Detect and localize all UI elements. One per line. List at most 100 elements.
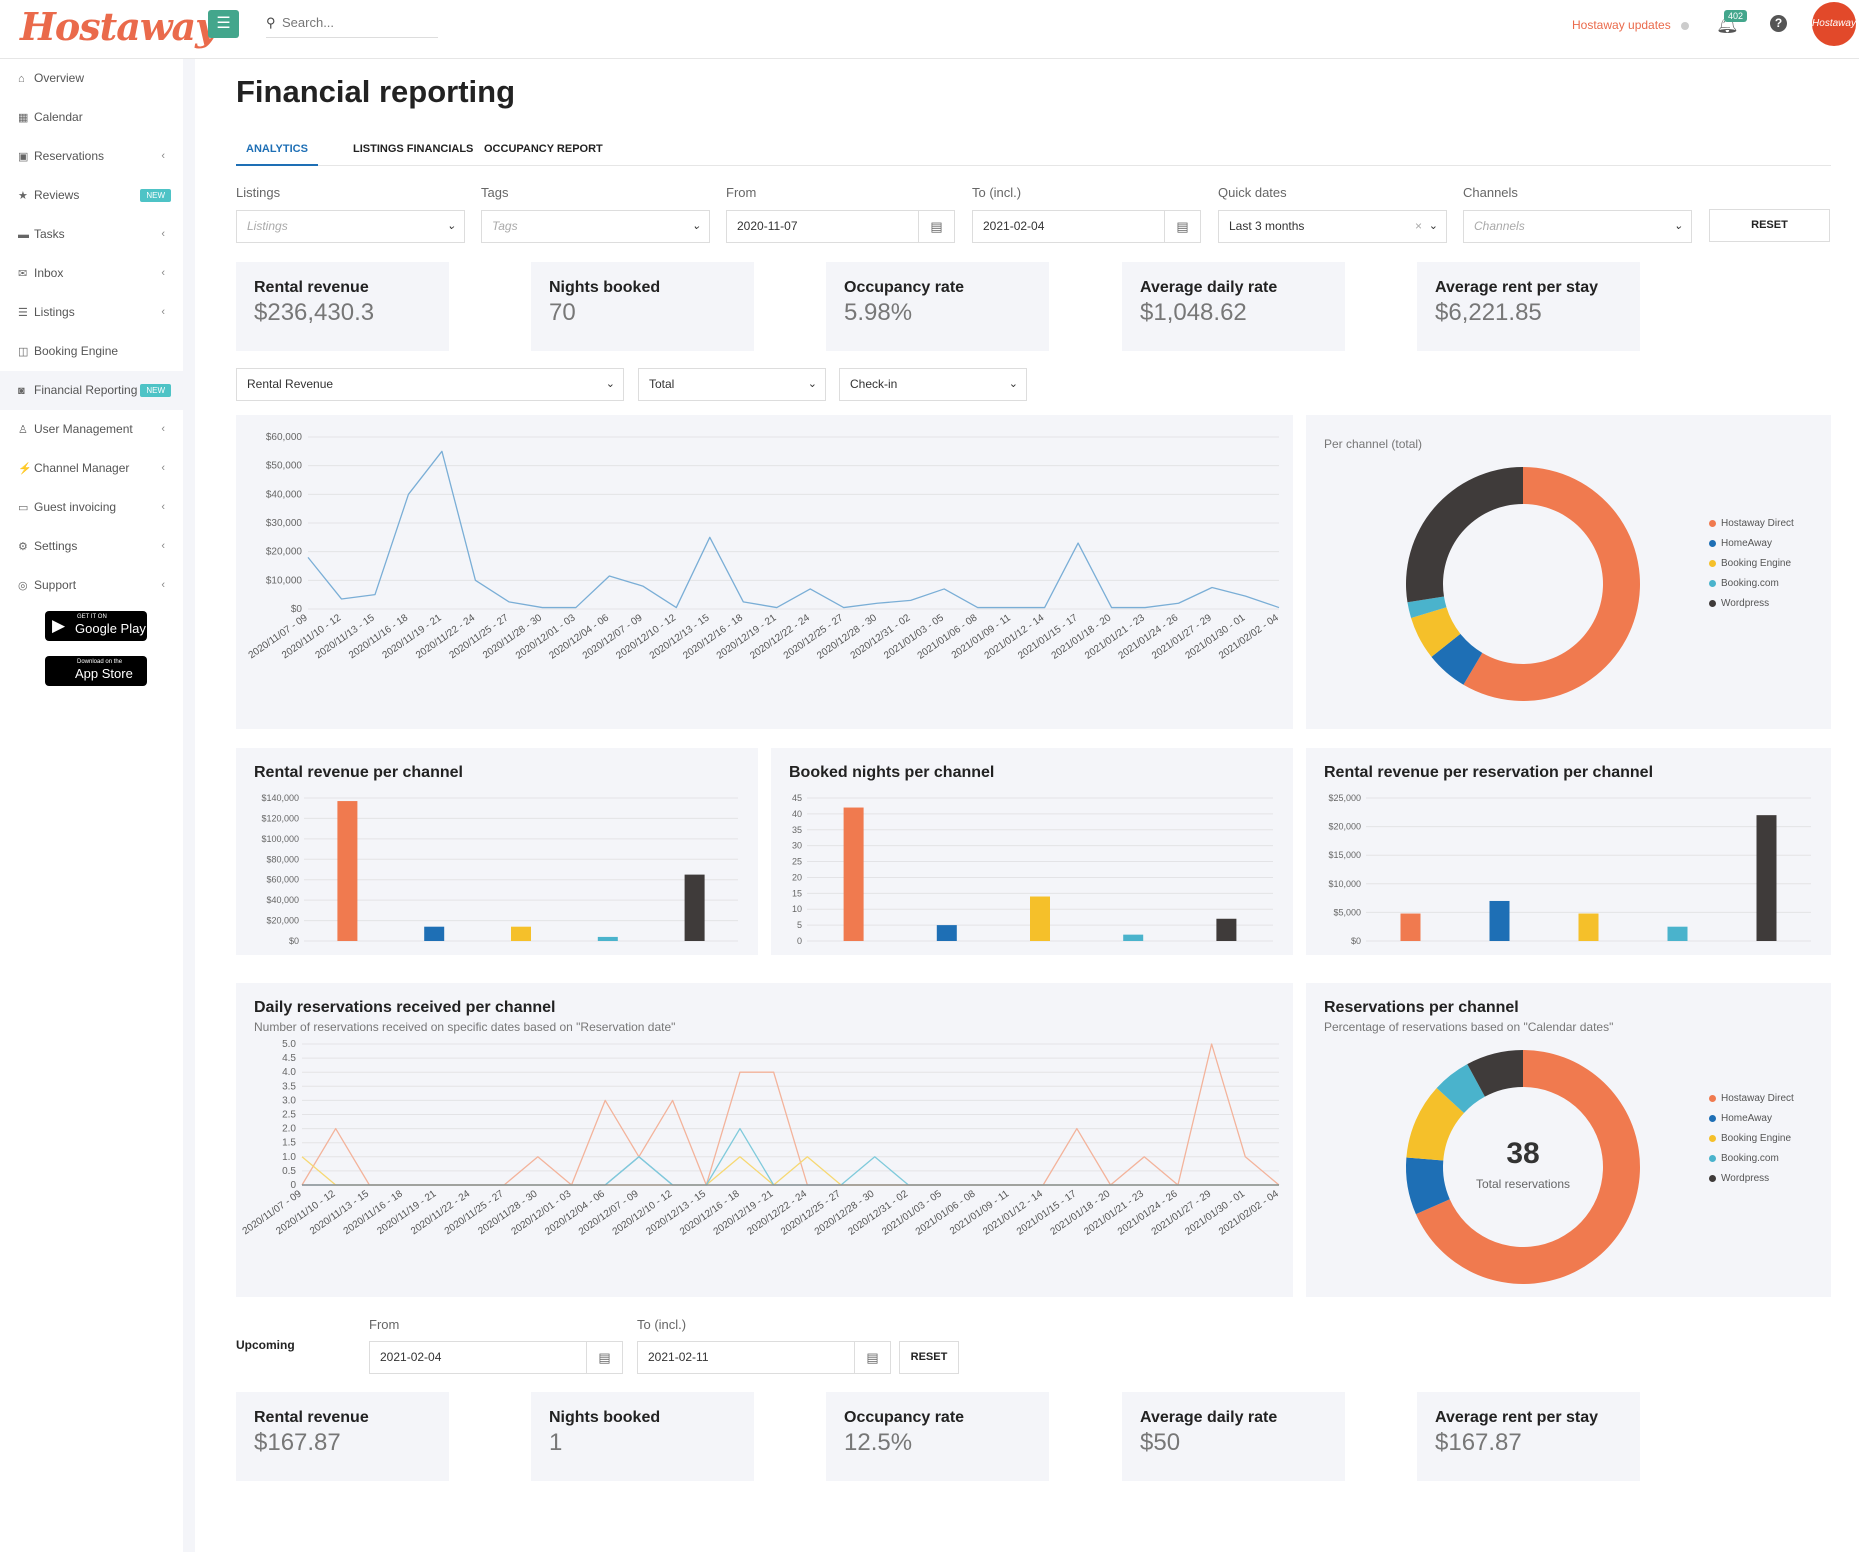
listings-select[interactable]: Listings ⌄ [236, 210, 465, 243]
x-tick-label: 2020/11/13 - 15 [308, 1188, 371, 1237]
chevron-down-icon: ⌄ [446, 220, 456, 232]
bar-booking-com [1123, 934, 1144, 941]
tab-analytics[interactable]: ANALYTICS [236, 133, 318, 166]
legend-item[interactable]: Booking Engine [1709, 554, 1794, 574]
sidebar-item-listings[interactable]: ☰ Listings ‹ [0, 293, 183, 332]
bar-homeaway [1489, 900, 1510, 941]
legend-item[interactable]: Booking.com [1709, 1149, 1794, 1169]
calendar-icon[interactable]: ▤ [1164, 211, 1200, 242]
reset-filters-button[interactable]: RESET [1709, 209, 1830, 242]
upcoming-from-input[interactable]: 2021-02-04 ▤ [369, 1341, 623, 1374]
y-tick-label: 1.5 [282, 1138, 296, 1149]
home-icon: ⌂ [18, 73, 25, 85]
legend-item[interactable]: HomeAway [1709, 534, 1794, 554]
kpi-value: $50 [1140, 1429, 1181, 1456]
sidebar-item-tasks[interactable]: ▬ Tasks ‹ [0, 215, 183, 254]
y-tick-label: $0 [1351, 936, 1361, 946]
kpi-card: Average rent per stay $167.87 [1417, 1392, 1640, 1481]
metric-select[interactable]: Rental Revenue ⌄ [236, 368, 624, 401]
sidebar-item-settings[interactable]: ⚙ Settings ‹ [0, 527, 183, 566]
upcoming-reset-button[interactable]: RESET [899, 1341, 959, 1374]
y-tick-label: 3.5 [282, 1081, 296, 1092]
legend-dot-icon [1709, 1094, 1716, 1102]
y-tick-label: $50,000 [266, 461, 303, 472]
sidebar-item-guest-invoicing[interactable]: ▭ Guest invoicing ‹ [0, 488, 183, 527]
to-label: To (incl.) [972, 185, 1022, 200]
quick-dates-value: Last 3 months [1229, 219, 1305, 233]
chevron-down-icon: ⌄ [807, 378, 817, 390]
x-tick-label: 2020/11/07 - 09 [241, 1188, 304, 1237]
hostaway-updates-link[interactable]: Hostaway updates [1572, 18, 1689, 32]
legend-item[interactable]: Hostaway Direct [1709, 514, 1794, 534]
sidebar-item-label: User Management [34, 422, 133, 436]
search-input[interactable]: ⚲ Search... [266, 8, 438, 38]
help-icon[interactable]: ? [1770, 15, 1787, 32]
hamburger-icon: ☰ [216, 15, 231, 32]
sidebar-item-overview[interactable]: ⌂ Overview [0, 59, 183, 98]
sidebar-item-label: Settings [34, 539, 78, 553]
to-date-input[interactable]: 2021-02-04 ▤ [972, 210, 1201, 243]
x-tick-label: 2021/01/09 - 11 [948, 1188, 1011, 1237]
google-play-button[interactable]: ▶ GET IT ON Google Play [45, 611, 147, 641]
hostaway-logo[interactable]: Hostaway [20, 4, 217, 49]
revenue-per-channel-title: Rental revenue per channel [254, 764, 463, 781]
tags-select[interactable]: Tags ⌄ [481, 210, 710, 243]
quick-dates-select[interactable]: Last 3 months × ⌄ [1218, 210, 1447, 243]
calendar-icon[interactable]: ▤ [918, 211, 954, 242]
y-tick-label: 3.0 [282, 1095, 296, 1106]
aggregation-select[interactable]: Total ⌄ [638, 368, 826, 401]
sidebar-item-financial-reporting[interactable]: ◙ Financial Reporting NEW [0, 371, 183, 410]
legend-item[interactable]: Booking Engine [1709, 1129, 1794, 1149]
notifications-button[interactable]: 🔔︎ 402 [1716, 10, 1748, 35]
sidebar-item-channel-manager[interactable]: ⚡ Channel Manager ‹ [0, 449, 183, 488]
chevron-left-icon: ‹ [161, 150, 165, 162]
sidebar-item-calendar[interactable]: ▦ Calendar [0, 98, 183, 137]
reservations-donut-legend: Hostaway Direct HomeAway Booking Engine Boo… [1709, 1089, 1794, 1189]
legend-dot-icon [1709, 599, 1716, 607]
bar-hostaway-direct [337, 801, 358, 941]
app-store-small-text: Download on the [77, 659, 123, 665]
calendar-icon[interactable]: ▤ [586, 1342, 622, 1373]
tab-occupancy-report[interactable]: OCCUPANCY REPORT [474, 133, 613, 166]
user-icon: ♙ [18, 424, 28, 436]
sidebar-item-reservations[interactable]: ▣ Reservations ‹ [0, 137, 183, 176]
menu-toggle-button[interactable]: ☰ [208, 10, 239, 38]
legend-item[interactable]: Wordpress [1709, 594, 1794, 614]
sidebar-item-booking-engine[interactable]: ◫ Booking Engine [0, 332, 183, 371]
legend-dot-icon [1709, 579, 1716, 587]
channels-select[interactable]: Channels ⌄ [1463, 210, 1692, 243]
kpi-label: Average daily rate [1140, 1409, 1278, 1426]
clear-icon[interactable]: × [1415, 211, 1422, 242]
legend-item[interactable]: Booking.com [1709, 574, 1794, 594]
sidebar-item-support[interactable]: ◎ Support ‹ [0, 566, 183, 605]
bar-booking-engine [511, 926, 531, 941]
tab-listings-financials[interactable]: LISTINGS FINANCIALS [343, 133, 483, 166]
y-tick-label: $20,000 [266, 916, 299, 926]
sidebar-item-label: Booking Engine [34, 344, 119, 358]
upcoming-from-label: From [369, 1317, 400, 1332]
legend-item[interactable]: Wordpress [1709, 1169, 1794, 1189]
y-tick-label: $140,000 [261, 793, 299, 803]
search-icon: ⚲ [266, 15, 276, 30]
y-tick-label: $10,000 [1328, 879, 1361, 889]
quick-dates-label: Quick dates [1218, 185, 1287, 200]
sidebar-item-label: Tasks [34, 227, 65, 241]
legend-item[interactable]: Hostaway Direct [1709, 1089, 1794, 1109]
y-tick-label: $40,000 [266, 489, 303, 500]
upcoming-to-input[interactable]: 2021-02-11 ▤ [637, 1341, 891, 1374]
daily-reservations-title: Daily reservations received per channel [254, 999, 556, 1016]
calendar-icon[interactable]: ▤ [854, 1342, 890, 1373]
slice-wordpress [1406, 467, 1523, 603]
sidebar-item-user-management[interactable]: ♙ User Management ‹ [0, 410, 183, 449]
sidebar-item-inbox[interactable]: ✉ Inbox ‹ [0, 254, 183, 293]
sidebar-item-reviews[interactable]: ★ Reviews NEW [0, 176, 183, 215]
y-tick-label: 5 [797, 920, 802, 930]
legend-item[interactable]: HomeAway [1709, 1109, 1794, 1129]
date-type-select[interactable]: Check-in ⌄ [839, 368, 1027, 401]
avatar[interactable]: Hostaway [1812, 2, 1856, 46]
legend-label: Booking Engine [1721, 558, 1792, 569]
from-date-input[interactable]: 2020-11-07 ▤ [726, 210, 955, 243]
daily-reservations-panel: Daily reservations received per channel … [236, 983, 1293, 1297]
revenue-line-chart-panel: $0 $10,000 $20,000 $30,000 $40,000 $50,000 $60… [236, 415, 1293, 729]
app-store-button[interactable]: Download on the App Store [45, 656, 147, 686]
